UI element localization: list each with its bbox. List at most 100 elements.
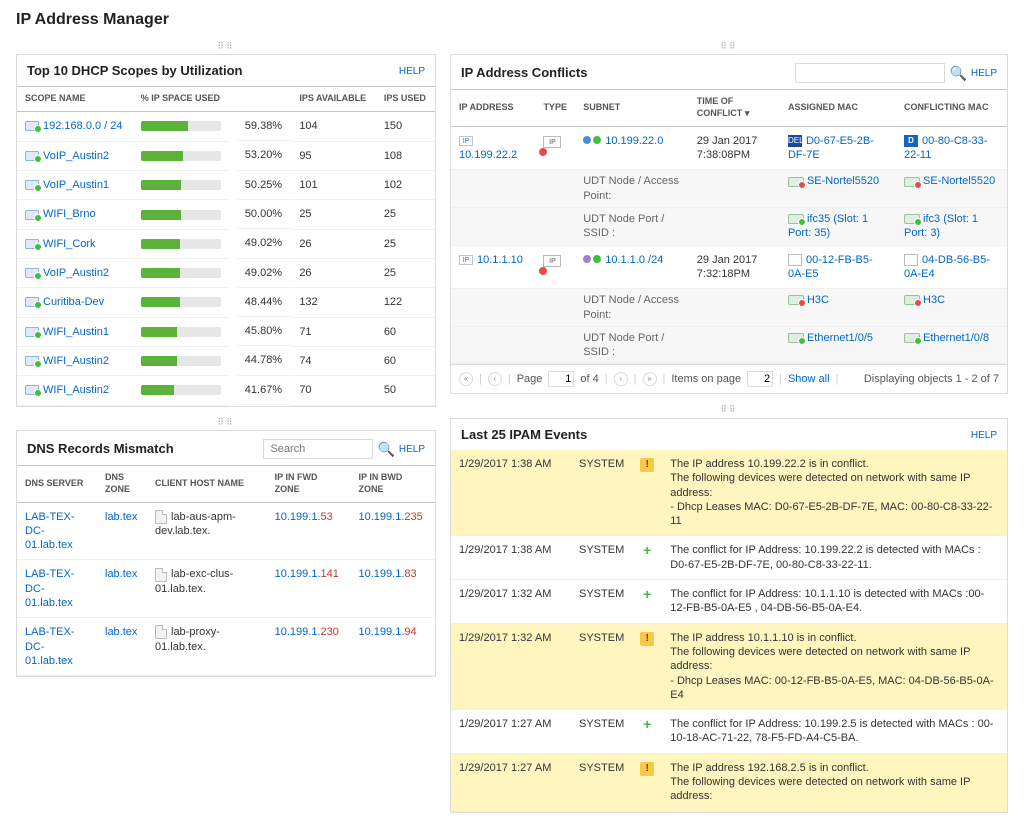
col-ip-address[interactable]: IP ADDRESS — [451, 90, 535, 126]
ip-bwd-link[interactable]: 10.199.1.235 — [359, 511, 423, 523]
scope-icon — [25, 327, 39, 337]
assigned-port-link[interactable]: Ethernet1/0/5 — [807, 332, 873, 344]
page-input[interactable] — [548, 371, 574, 387]
host-icon — [155, 568, 167, 582]
event-message: The IP address 10.1.1.10 is in conflict. — [670, 631, 999, 645]
subnet-link[interactable]: 10.1.1.0 /24 — [605, 254, 663, 266]
dns-mismatch-panel: DNS Records Mismatch 🔍 HELP DNS SERVER D… — [16, 430, 436, 677]
udt-port-label: UDT Node Port / SSID : — [575, 208, 689, 246]
conflict-time: 29 Jan 20177:32:18PM — [689, 245, 780, 289]
col-assigned-mac[interactable]: ASSIGNED MAC — [780, 90, 896, 126]
ips-available: 132 — [291, 288, 376, 317]
event-source: SYSTEM — [571, 536, 632, 580]
col-ip-bwd[interactable]: IP IN BWD ZONE — [351, 466, 435, 502]
col-ips-available[interactable]: IPS AVAILABLE — [291, 87, 376, 112]
scope-icon — [25, 268, 39, 278]
last-page-button[interactable]: » — [643, 372, 657, 386]
event-time: 1/29/2017 1:27 AM — [451, 710, 571, 754]
scope-link[interactable]: VoIP_Austin2 — [43, 150, 109, 162]
help-link[interactable]: HELP — [399, 443, 425, 456]
drag-handle-icon[interactable]: ⠿⠿ — [16, 417, 436, 429]
conflict-time: 29 Jan 20177:38:08PM — [689, 126, 780, 170]
conflicts-search-input[interactable] — [795, 63, 945, 83]
dns-search-input[interactable] — [263, 439, 373, 459]
first-page-button[interactable]: « — [459, 372, 473, 386]
usage-bar — [141, 151, 221, 161]
drag-handle-icon[interactable]: ⠿⠿ — [450, 404, 1008, 416]
ip-address-link[interactable]: 10.1.1.10 — [477, 254, 523, 266]
host-icon — [155, 625, 167, 639]
ip-fwd-link[interactable]: 10.199.1.230 — [275, 626, 339, 638]
items-per-page-input[interactable] — [747, 371, 773, 387]
col-space-used[interactable]: % IP SPACE USED — [133, 87, 292, 112]
ip-bwd-link[interactable]: 10.199.1.83 — [359, 568, 417, 580]
scope-link[interactable]: VoIP_Austin1 — [43, 179, 109, 191]
col-ip-fwd[interactable]: IP IN FWD ZONE — [267, 466, 351, 502]
subnet-status-icon — [583, 136, 601, 144]
col-subnet[interactable]: SUBNET — [575, 90, 689, 126]
conflicting-port-link[interactable]: Ethernet1/0/8 — [923, 332, 989, 344]
col-time-of-conflict[interactable]: TIME OF CONFLICT ▾ — [689, 90, 780, 126]
items-label: Items on page — [671, 372, 741, 386]
sort-desc-icon: ▾ — [745, 108, 750, 118]
help-link[interactable]: HELP — [971, 429, 997, 442]
scope-link[interactable]: WIFI_Cork — [43, 238, 96, 250]
subnet-link[interactable]: 10.199.22.0 — [605, 135, 663, 147]
event-message: The IP address 192.168.2.5 is in conflic… — [670, 761, 999, 775]
event-message: The conflict for IP Address: 10.199.2.5 … — [670, 717, 999, 746]
usage-percent: 49.02% — [237, 229, 290, 258]
search-icon[interactable]: 🔍 — [377, 440, 394, 458]
col-type[interactable]: TYPE — [535, 90, 575, 126]
port-icon — [788, 214, 804, 224]
scope-link[interactable]: WIFI_Brno — [43, 208, 96, 220]
dns-zone-link[interactable]: lab.tex — [105, 511, 137, 523]
ip-address-link[interactable]: 10.199.22.2 — [459, 149, 517, 161]
help-link[interactable]: HELP — [971, 67, 997, 80]
col-client-host[interactable]: CLIENT HOST NAME — [147, 466, 267, 502]
assigned-device-link[interactable]: H3C — [807, 294, 829, 306]
conflicting-device-link[interactable]: SE-Nortel5520 — [923, 175, 995, 187]
subnet-status-icon — [583, 255, 601, 263]
drag-handle-icon[interactable]: ⠿⠿ — [450, 41, 1008, 53]
page-of: of 4 — [580, 372, 598, 386]
help-link[interactable]: HELP — [399, 65, 425, 78]
drag-handle-icon[interactable]: ⠿⠿ — [16, 41, 436, 53]
type-badge-icon: IP — [543, 255, 561, 267]
scope-link[interactable]: 192.168.0.0 / 24 — [43, 120, 123, 132]
assigned-device-link[interactable]: SE-Nortel5520 — [807, 175, 879, 187]
col-dns-server[interactable]: DNS SERVER — [17, 466, 97, 502]
next-page-button[interactable]: › — [614, 372, 628, 386]
dns-server-link[interactable]: LAB-TEX-DC-01.lab.tex — [25, 568, 75, 609]
show-all-link[interactable]: Show all — [788, 372, 830, 386]
prev-page-button[interactable]: ‹ — [488, 372, 502, 386]
conflict-dot-icon — [539, 267, 547, 275]
scope-link[interactable]: WIFI_Austin1 — [43, 326, 109, 338]
scope-icon — [25, 356, 39, 366]
scope-link[interactable]: WIFI_Austin2 — [43, 355, 109, 367]
conflicting-device-link[interactable]: H3C — [923, 294, 945, 306]
port-icon — [904, 333, 920, 343]
usage-percent: 50.00% — [237, 200, 290, 229]
col-scope-name[interactable]: SCOPE NAME — [17, 87, 133, 112]
ip-bwd-link[interactable]: 10.199.1.94 — [359, 626, 417, 638]
event-message: - Dhcp Leases MAC: 00-12-FB-B5-0A-E5, MA… — [670, 674, 999, 703]
event-message: The conflict for IP Address: 10.199.22.2… — [670, 543, 999, 572]
warning-icon: ! — [640, 762, 654, 776]
scope-link[interactable]: WIFI_Austin2 — [43, 384, 109, 396]
scope-icon — [25, 180, 39, 190]
ip-fwd-link[interactable]: 10.199.1.53 — [275, 511, 333, 523]
event-source: SYSTEM — [571, 623, 632, 709]
ip-fwd-link[interactable]: 10.199.1.141 — [275, 568, 339, 580]
scope-link[interactable]: Curitiba-Dev — [43, 296, 104, 308]
dns-server-link[interactable]: LAB-TEX-DC-01.lab.tex — [25, 626, 75, 667]
search-icon[interactable]: 🔍 — [949, 64, 966, 82]
dns-zone-link[interactable]: lab.tex — [105, 626, 137, 638]
dns-zone-link[interactable]: lab.tex — [105, 568, 137, 580]
col-ips-used[interactable]: IPS USED — [376, 87, 435, 112]
event-time: 1/29/2017 1:27 AM — [451, 753, 571, 811]
scope-link[interactable]: VoIP_Austin2 — [43, 267, 109, 279]
col-conflicting-mac[interactable]: CONFLICTING MAC — [896, 90, 1007, 126]
ips-used: 25 — [376, 259, 435, 288]
dns-server-link[interactable]: LAB-TEX-DC-01.lab.tex — [25, 511, 75, 552]
col-dns-zone[interactable]: DNS ZONE — [97, 466, 147, 502]
